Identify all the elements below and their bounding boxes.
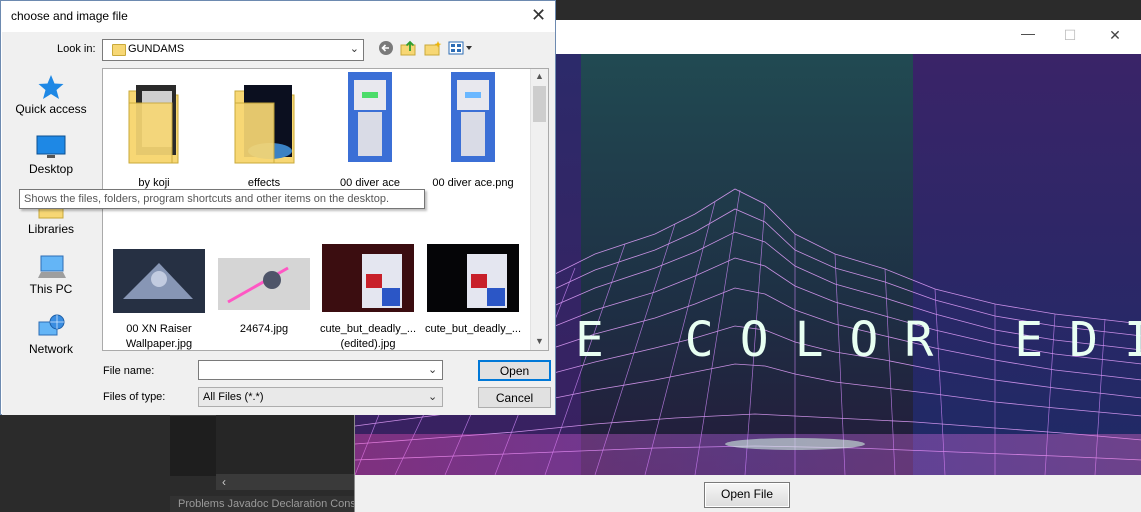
place-label: Quick access [15,102,87,116]
files-of-type-select[interactable]: All Files (*.*) [198,387,443,407]
new-folder-icon[interactable] [424,40,442,59]
place-label: Network [28,342,73,356]
look-in-label: Look in: [57,43,96,55]
image-thumbnail-icon [322,244,414,312]
file-name: 00 diver ace.png [432,177,514,189]
cancel-button[interactable]: Cancel [478,387,551,408]
image-thumbnail-icon [427,244,519,312]
place-this-pc[interactable]: This PC [3,254,99,296]
ide-horizontal-scrollbar[interactable]: ‹ [216,474,354,490]
dialog-title: choose and image file [11,9,128,23]
list-item[interactable]: 00 XN Raiser Wallpaper.jpg [109,244,209,350]
scroll-up-arrow-icon[interactable]: ▲ [531,71,548,81]
file-name: 24674.jpg [239,323,289,335]
folder-icon [128,85,179,164]
this-pc-icon [3,254,99,280]
place-label: Desktop [28,162,74,176]
ide-editor-area [216,415,354,475]
image-thumbnail-icon [451,72,495,162]
desktop-icon [3,134,99,160]
file-name: cute_but_deadly_... [424,323,522,335]
up-folder-icon[interactable] [400,40,418,59]
chevron-down-icon[interactable]: ⌄ [428,390,437,403]
view-menu-icon[interactable] [448,40,474,59]
scroll-left-arrow-icon[interactable]: ‹ [222,475,226,489]
banner-title: E COLOR EDITOR [575,312,1141,368]
ide-bottom-tabs[interactable]: Problems Javadoc Declaration Console [170,496,354,512]
files-of-type-label: Files of type: [103,391,166,403]
place-network[interactable]: Network [3,314,99,356]
chevron-down-icon[interactable]: ⌄ [350,42,359,55]
open-file-button[interactable]: Open File [704,482,790,508]
list-item[interactable]: cute_but_deadly_... [423,244,523,350]
folder-icon [234,85,295,164]
look-in-value: GUNDAMS [128,43,185,55]
app-bottom-bar: Open File [355,475,1141,512]
network-icon [3,314,99,340]
list-item[interactable]: 00 diver ace.png [423,69,523,219]
minimize-icon[interactable]: — [1018,25,1038,41]
chevron-down-icon[interactable]: ⌄ [428,363,437,376]
ide-tabs-label[interactable]: Problems Javadoc Declaration Console [178,498,354,510]
file-list[interactable]: by koji effects 00 diver ace(edi [102,68,549,351]
list-item[interactable]: 24674.jpg [214,244,314,350]
places-bar: Quick access Desktop Libraries This PC N… [3,68,99,356]
list-item[interactable]: cute_but_deadly_... (edited).jpg [318,244,418,350]
close-icon[interactable]: ✕ [531,5,546,26]
place-label: Libraries [27,222,75,236]
desktop-tooltip: Shows the files, folders, program shortc… [19,189,425,209]
back-icon[interactable] [378,40,394,59]
file-name: 00 XN Raiser Wallpaper.jpg [125,323,193,350]
place-label: This PC [29,282,73,296]
scrollbar-thumb[interactable] [533,86,546,122]
file-name: cute_but_deadly_... (edited).jpg [319,323,417,350]
look-in-combobox[interactable]: GUNDAMS ⌄ [102,39,364,61]
scroll-down-arrow-icon[interactable]: ▼ [531,336,548,346]
quick-access-star-icon [3,74,99,100]
open-button[interactable]: Open [478,360,551,381]
image-thumbnail-icon [348,72,392,162]
place-desktop[interactable]: Desktop [3,134,99,176]
folder-icon [112,44,126,56]
maximize-icon[interactable]: ☐ [1060,27,1080,44]
file-list-scrollbar[interactable]: ▲ ▼ [530,69,548,350]
dialog-body: Look in: GUNDAMS ⌄ Quick access Desktop … [2,32,555,415]
image-thumbnail-icon [218,258,310,310]
image-thumbnail-icon [113,249,205,313]
file-name-label: File name: [103,365,155,377]
file-name-input[interactable] [198,360,443,380]
close-window-icon[interactable]: ✕ [1105,27,1125,44]
place-quick-access[interactable]: Quick access [3,74,99,116]
